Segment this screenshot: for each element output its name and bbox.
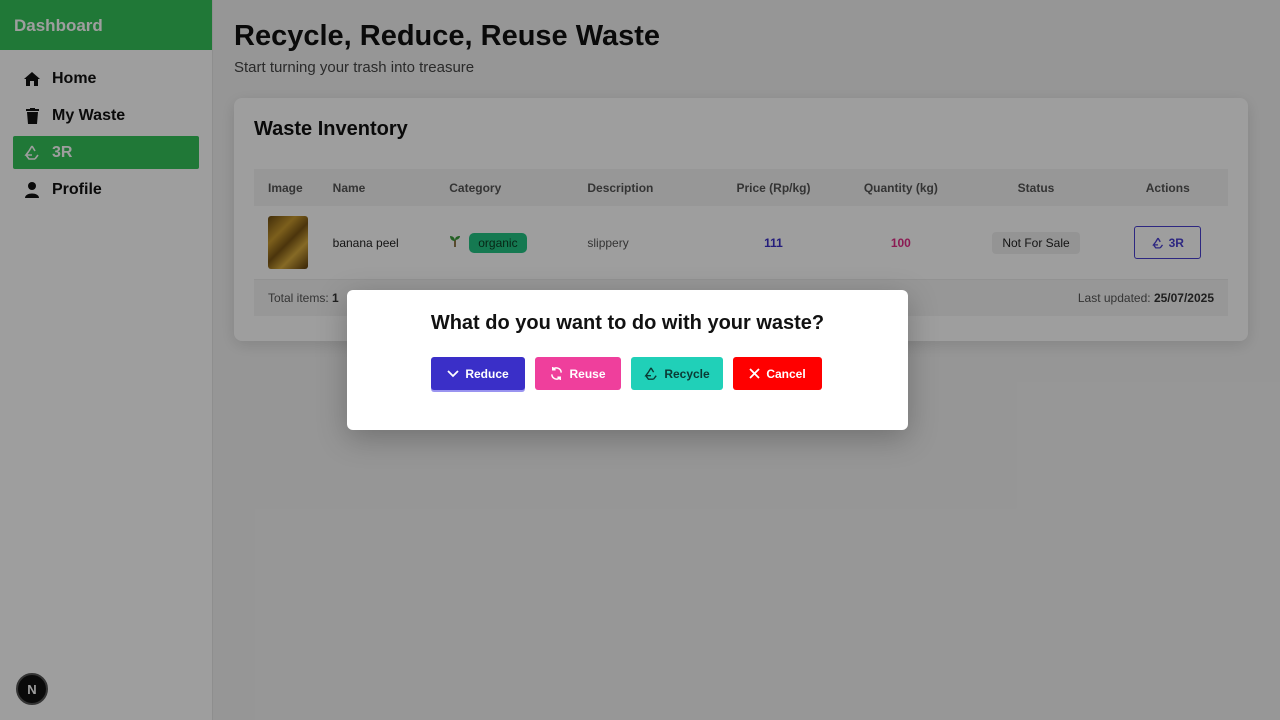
action-modal: What do you want to do with your waste? … <box>347 290 908 430</box>
refresh-icon <box>550 367 563 380</box>
cancel-button[interactable]: Cancel <box>733 357 822 390</box>
recycle-label: Recycle <box>664 366 710 381</box>
chevron-down-icon <box>447 369 459 378</box>
reduce-button[interactable]: Reduce <box>431 357 525 390</box>
reduce-label: Reduce <box>465 366 509 381</box>
modal-actions: Reduce Reuse Recycle Cancel <box>431 357 822 390</box>
modal-title: What do you want to do with your waste? <box>430 312 825 334</box>
recycle-button[interactable]: Recycle <box>631 357 723 390</box>
cancel-label: Cancel <box>766 366 806 381</box>
reuse-label: Reuse <box>569 366 606 381</box>
close-icon <box>749 368 760 379</box>
reuse-button[interactable]: Reuse <box>535 357 621 390</box>
recycle-icon <box>644 367 658 380</box>
